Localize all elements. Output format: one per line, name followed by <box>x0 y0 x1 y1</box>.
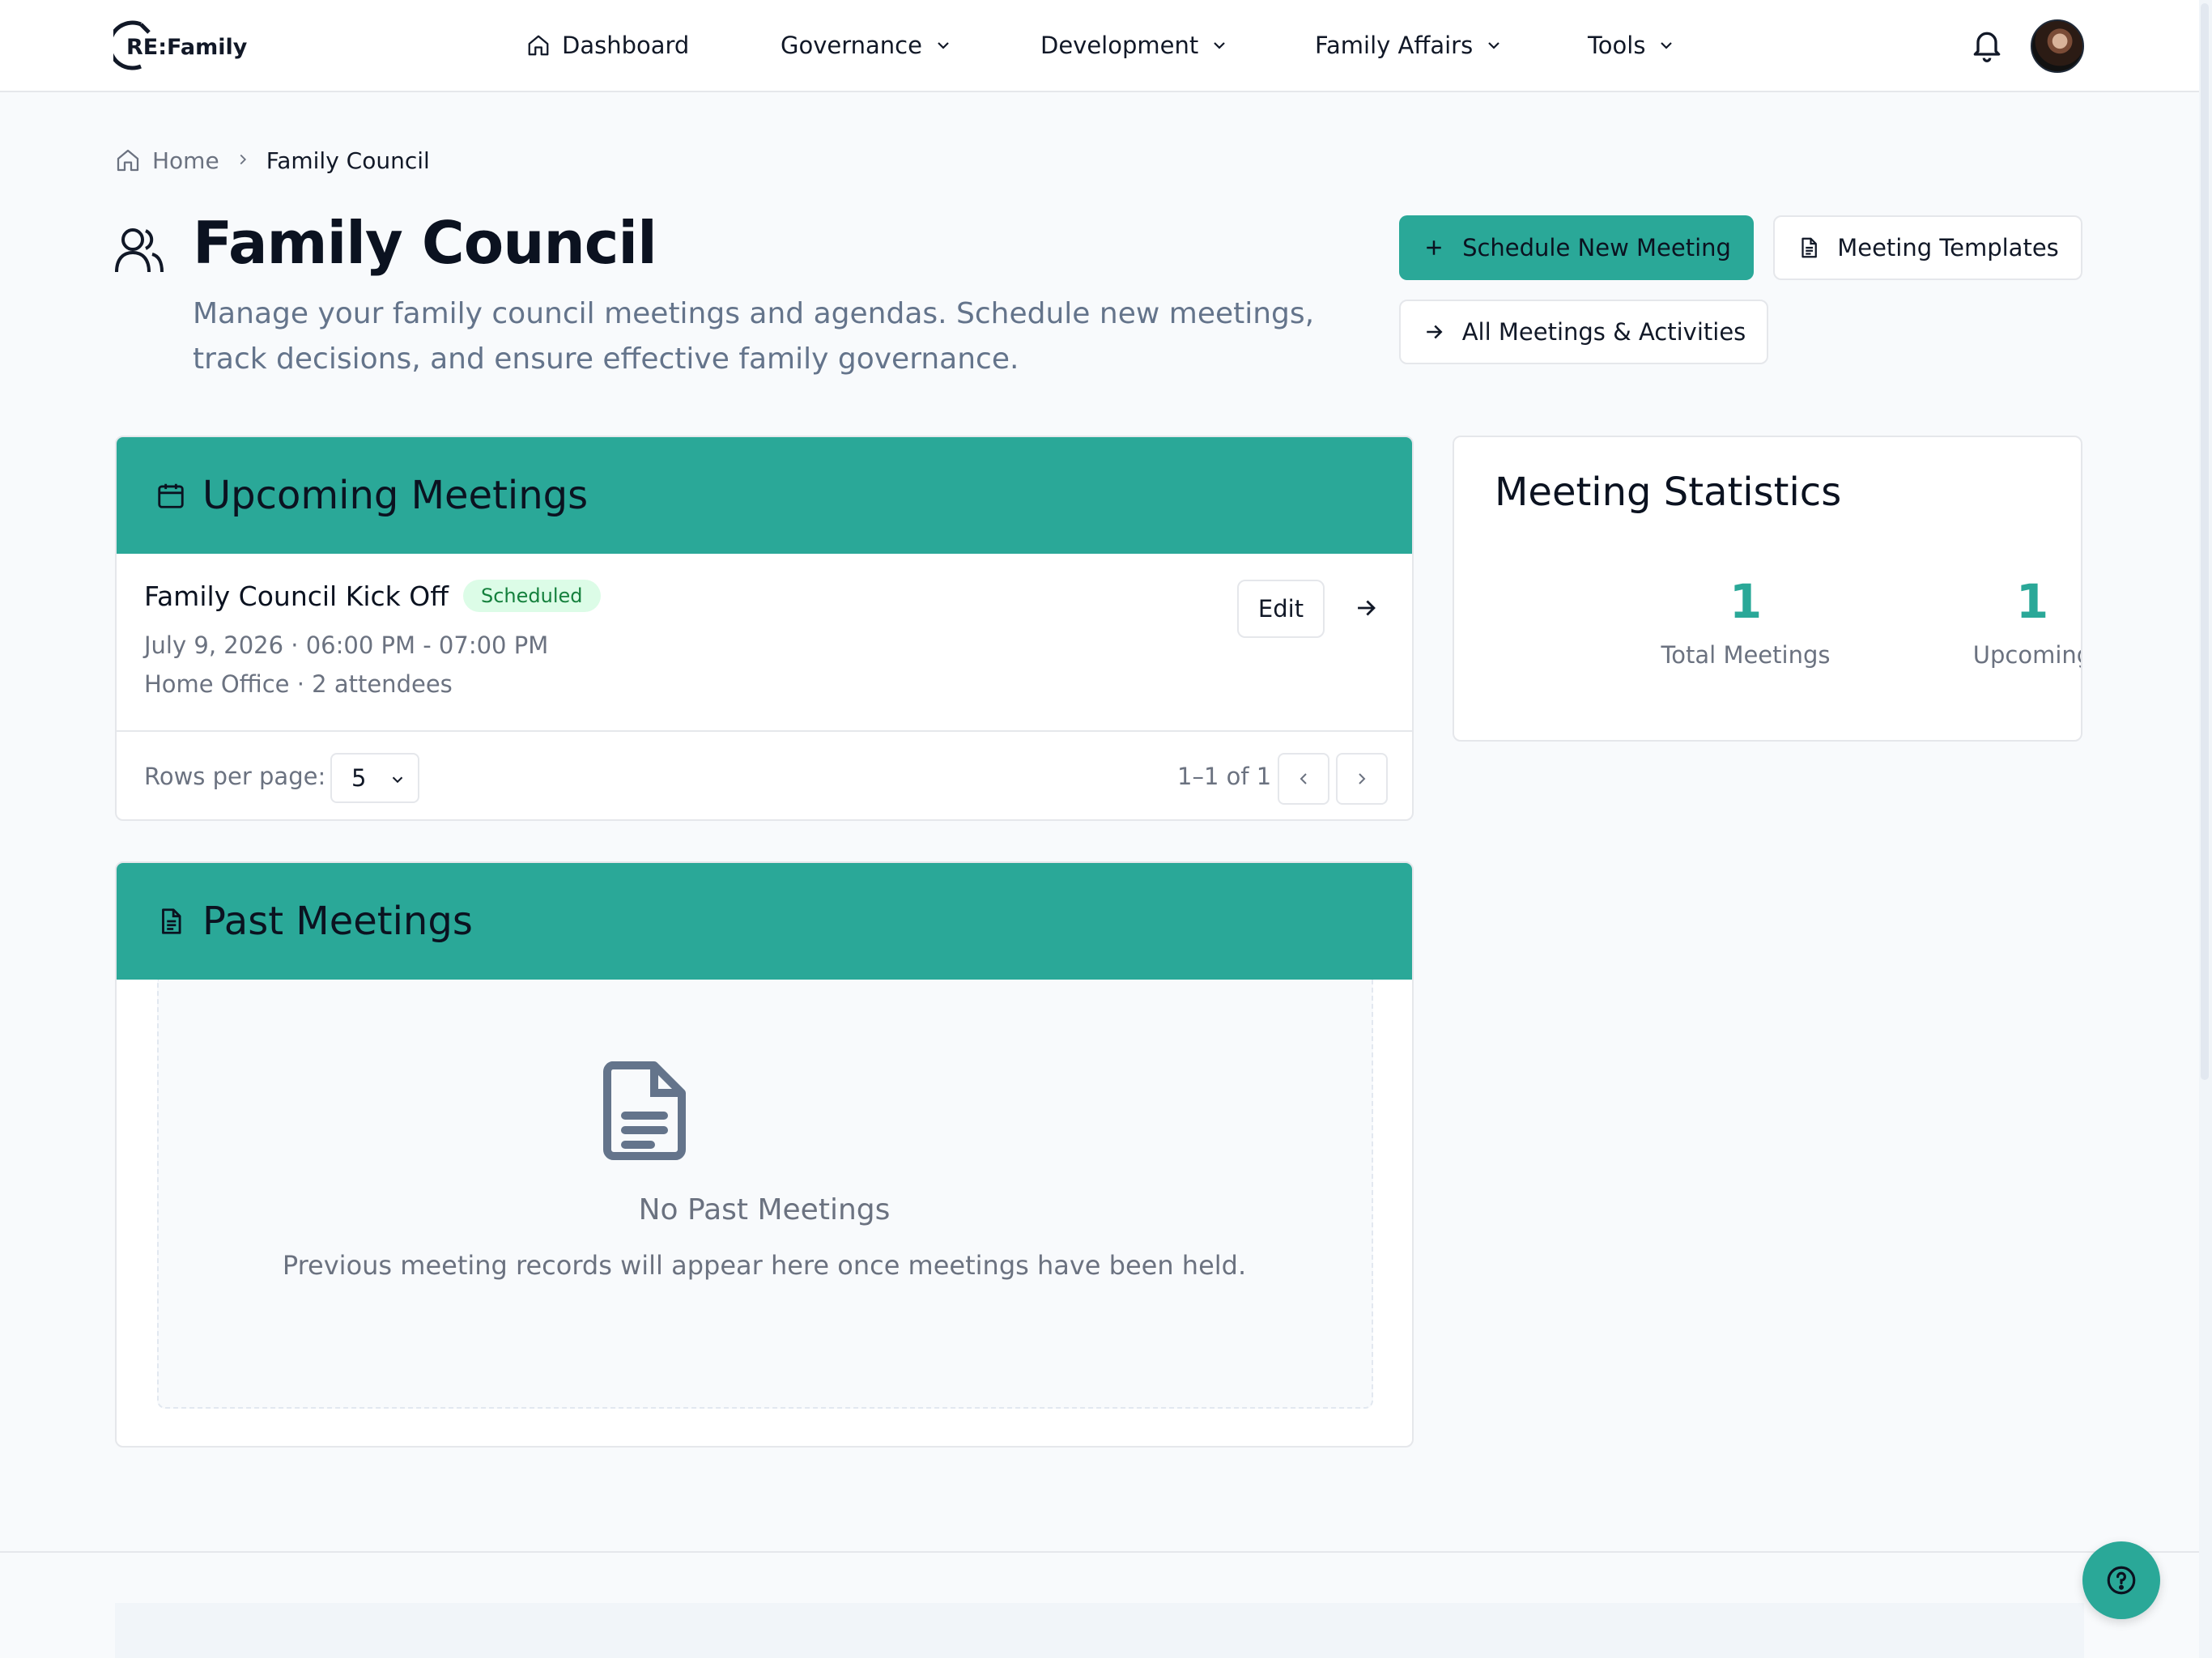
stat-label: Total Meetings <box>1661 641 1831 669</box>
home-icon <box>528 35 549 56</box>
chevron-down-icon <box>1488 42 1499 49</box>
chevron-right-icon <box>1359 773 1366 784</box>
upcoming-meetings-card: Upcoming Meetings Family Council Kick Of… <box>115 436 1414 821</box>
help-icon <box>2107 1566 2136 1595</box>
meeting-title-row: Family Council Kick Off Scheduled <box>144 580 601 612</box>
arrow-right-icon <box>1426 325 1443 339</box>
meeting-statistics-title: Meeting Statistics <box>1495 470 1842 515</box>
schedule-new-meeting-button[interactable]: Schedule New Meeting <box>1399 215 1754 280</box>
nav-item-governance[interactable]: Governance <box>781 0 953 91</box>
nav-item-family-affairs[interactable]: Family Affairs <box>1315 0 1504 91</box>
meeting-title: Family Council Kick Off <box>144 580 449 612</box>
nav-label: Dashboard <box>562 32 690 59</box>
all-meetings-activities-label: All Meetings & Activities <box>1461 318 1746 346</box>
empty-state-title: No Past Meetings <box>638 1193 891 1226</box>
meeting-templates-label: Meeting Templates <box>1837 234 2059 261</box>
nav-label: Governance <box>781 32 922 59</box>
nav-item-dashboard[interactable]: Dashboard <box>526 0 689 91</box>
document-icon <box>603 1061 686 1160</box>
breadcrumb-separator <box>234 147 252 174</box>
empty-state-description: Previous meeting records will appear her… <box>282 1250 1247 1281</box>
footer-divider <box>0 1551 2199 1553</box>
schedule-new-meeting-label: Schedule New Meeting <box>1462 234 1731 261</box>
page-title: Family Council <box>193 209 657 277</box>
help-button[interactable] <box>2082 1541 2160 1619</box>
stat-total-meetings: 1 Total Meetings <box>1624 573 1867 669</box>
stat-label: Upcoming <box>1972 641 2082 669</box>
stat-value: 1 <box>1729 574 1763 629</box>
nav-item-development[interactable]: Development <box>1040 0 1229 91</box>
calendar-icon <box>158 483 184 508</box>
chevron-down-icon <box>1214 42 1226 49</box>
upcoming-meetings-header: Upcoming Meetings <box>117 437 1412 554</box>
footer <box>115 1603 2084 1658</box>
past-meetings-title: Past Meetings <box>202 899 473 944</box>
meeting-templates-button[interactable]: Meeting Templates <box>1773 215 2082 280</box>
users-icon <box>115 228 164 273</box>
user-avatar[interactable] <box>2031 19 2084 73</box>
breadcrumb-current: Family Council <box>266 147 430 174</box>
chevron-right-icon <box>240 154 246 164</box>
rows-per-page-select[interactable]: 5 <box>330 753 419 803</box>
chevron-down-icon <box>1661 42 1673 49</box>
past-meetings-card: Past Meetings <box>115 861 1414 1448</box>
plus-icon <box>1427 240 1441 255</box>
chevron-down-icon <box>392 776 403 784</box>
rows-per-page-label: Rows per page: <box>144 763 326 790</box>
meeting-row[interactable]: Family Council Kick Off Scheduled July 9… <box>117 554 1412 732</box>
main-nav: Dashboard Governance Development Family … <box>0 0 2199 91</box>
rows-per-page-value: 5 <box>351 764 367 792</box>
page-subtitle: Manage your family council meetings and … <box>193 297 1315 376</box>
breadcrumb-home[interactable]: Home <box>115 147 219 174</box>
past-meetings-header: Past Meetings <box>117 863 1412 980</box>
meeting-statistics-card: Meeting Statistics 1 Total Meetings 1 Up… <box>1453 436 2082 742</box>
home-icon <box>117 149 139 172</box>
next-page-button[interactable] <box>1336 753 1388 805</box>
chevron-down-icon <box>938 42 949 49</box>
status-badge: Scheduled <box>462 580 601 612</box>
top-navigation: RE:Family Dashboard Governance Developme… <box>0 0 2199 92</box>
upcoming-meetings-title: Upcoming Meetings <box>202 473 589 518</box>
bell-icon[interactable] <box>1969 28 2005 63</box>
page: RE:Family Dashboard Governance Developme… <box>0 0 2212 1658</box>
stat-value: 1 <box>2015 574 2049 629</box>
chevron-left-icon <box>1300 773 1307 784</box>
breadcrumb: Home Family Council <box>115 142 430 178</box>
previous-page-button[interactable] <box>1278 753 1329 805</box>
document-icon <box>1802 237 1818 258</box>
breadcrumb-home-label: Home <box>152 147 219 174</box>
meeting-datetime: July 9, 2026 · 06:00 PM - 07:00 PM <box>144 631 549 659</box>
arrow-right-icon[interactable] <box>1352 594 1380 622</box>
pagination: Rows per page: 5 1–1 of 1 <box>117 732 1412 819</box>
nav-label: Development <box>1040 32 1199 59</box>
stat-upcoming: 1 Upcoming <box>1911 573 2082 669</box>
nav-label: Tools <box>1588 32 1646 59</box>
nav-label: Family Affairs <box>1315 32 1474 59</box>
scrollbar-thumb[interactable] <box>2201 3 2209 1080</box>
document-icon <box>162 908 181 934</box>
all-meetings-activities-button[interactable]: All Meetings & Activities <box>1399 300 1768 364</box>
pagination-range: 1–1 of 1 <box>1177 763 1272 790</box>
edit-meeting-button[interactable]: Edit <box>1237 580 1325 638</box>
meeting-location: Home Office · 2 attendees <box>144 670 453 698</box>
nav-item-tools[interactable]: Tools <box>1588 0 1676 91</box>
